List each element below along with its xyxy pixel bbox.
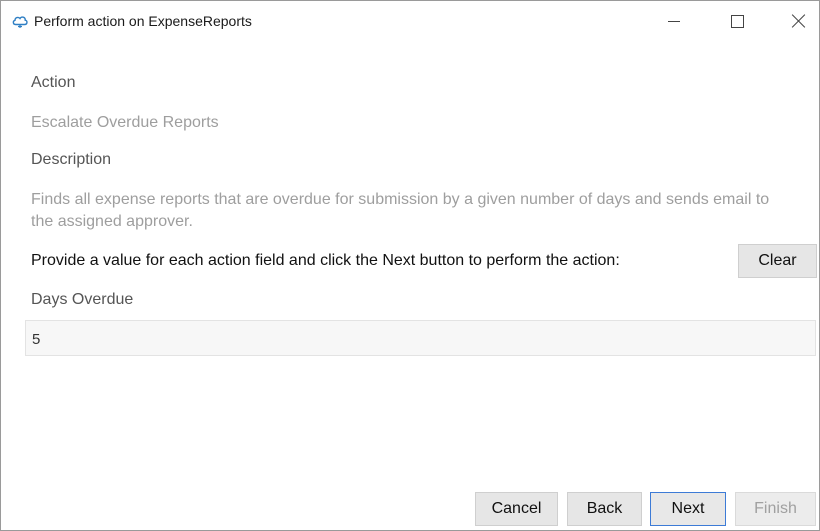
description-value: Finds all expense reports that are overd… <box>31 191 770 230</box>
maximize-button[interactable] <box>714 1 760 41</box>
instruction-text: Provide a value for each action field an… <box>31 252 620 269</box>
window-title: Perform action on ExpenseReports <box>34 13 252 29</box>
action-value: Escalate Overdue Reports <box>31 114 219 131</box>
title-bar[interactable]: Perform action on ExpenseReports <box>1 1 819 41</box>
minimize-icon <box>668 20 680 22</box>
description-label: Description <box>31 151 112 168</box>
cancel-button[interactable]: Cancel <box>475 492 558 526</box>
days-overdue-label: Days Overdue <box>31 291 134 308</box>
minimize-button[interactable] <box>651 1 697 41</box>
finish-button[interactable]: Finish <box>735 492 816 526</box>
next-button[interactable]: Next <box>650 492 726 526</box>
dialog-window: Perform action on ExpenseReports Action … <box>0 0 820 531</box>
close-button[interactable] <box>776 1 820 41</box>
cloud-icon <box>11 12 29 30</box>
close-icon <box>792 14 806 28</box>
back-button[interactable]: Back <box>567 492 642 526</box>
days-overdue-input[interactable]: 5 <box>25 320 816 356</box>
action-label: Action <box>31 74 76 91</box>
maximize-icon <box>730 14 744 28</box>
clear-button[interactable]: Clear <box>738 244 817 278</box>
